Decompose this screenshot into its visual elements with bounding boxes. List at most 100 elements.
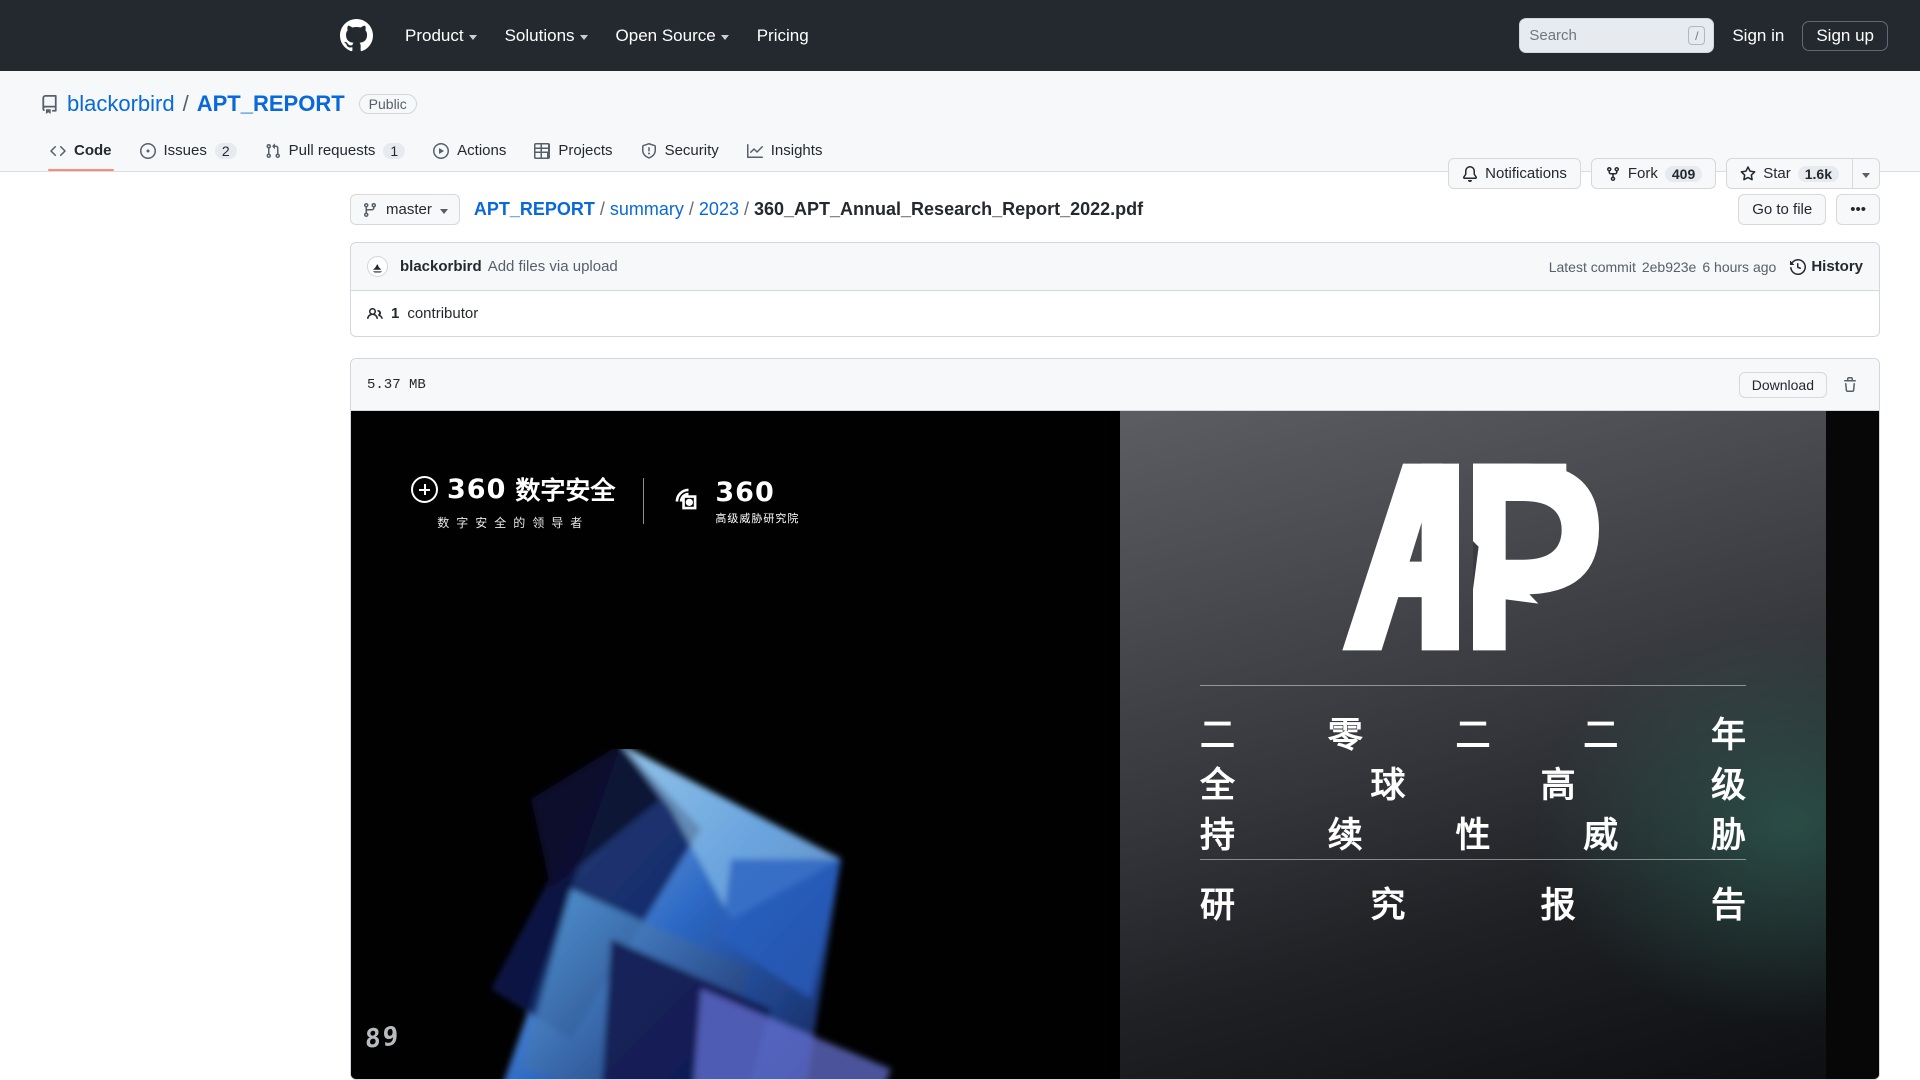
- pdf-title-char: 报: [1540, 886, 1576, 926]
- tab-pull-requests[interactable]: Pull requests 1: [255, 134, 416, 171]
- fork-button[interactable]: Fork 409: [1590, 158, 1717, 189]
- pdf-artwork-digits: 89: [365, 1021, 401, 1055]
- contributors-row[interactable]: 1 contributor: [351, 291, 1879, 336]
- pdf-title-char: 研: [1200, 886, 1236, 926]
- tab-security[interactable]: Security: [631, 134, 729, 171]
- file-navigation: master APT_REPORT / summary / 2023 / 360…: [350, 194, 1880, 225]
- branch-name: master: [386, 201, 432, 218]
- tab-pull-requests-count: 1: [383, 142, 406, 159]
- breadcrumb-item-2023[interactable]: 2023: [699, 199, 739, 220]
- pdf-brand-lockup: 360 数字安全 数字安全的领导者 360 高级威胁研究院: [411, 471, 799, 531]
- avatar-image: [372, 264, 382, 273]
- git-pull-request-icon: [266, 143, 280, 158]
- pdf-title-char: 球: [1370, 766, 1406, 806]
- pdf-brand-primary: 360 数字安全 数字安全的领导者: [411, 471, 615, 531]
- repository-name-separator: /: [182, 91, 189, 116]
- tab-code[interactable]: Code: [40, 134, 122, 171]
- file-size: 5.37 MB: [367, 376, 426, 393]
- global-nav: Product Solutions Open Source Pricing: [405, 26, 809, 46]
- star-button[interactable]: Star 1.6k: [1726, 158, 1852, 189]
- search-input[interactable]: [1529, 27, 1680, 44]
- target-icon-svg: [676, 488, 697, 509]
- avatar[interactable]: [367, 256, 388, 277]
- star-count: 1.6k: [1797, 165, 1839, 182]
- nav-item-solutions-label: Solutions: [504, 25, 575, 45]
- issue-opened-icon: [139, 142, 156, 159]
- repository-actions: Notifications Fork 409 Star 1.6k: [1448, 158, 1880, 189]
- star-button-group: Star 1.6k: [1726, 158, 1880, 189]
- code-icon: [50, 145, 66, 156]
- pdf-brand-secondary-text: 360 高级威胁研究院: [715, 477, 799, 526]
- play-icon: [433, 142, 450, 159]
- apt-logo-svg: [1342, 463, 1599, 651]
- chevron-down-icon: [720, 34, 729, 40]
- tab-projects[interactable]: Projects: [524, 134, 622, 171]
- history-link[interactable]: History: [1790, 258, 1863, 275]
- pdf-rule-top: [1200, 685, 1746, 686]
- commit-latest-label: Latest commit: [1548, 258, 1636, 275]
- breadcrumb-separator: /: [599, 199, 605, 219]
- repository-title: blackorbird / APT_REPORT Public: [40, 91, 1880, 117]
- pdf-title-char: 持: [1200, 816, 1236, 856]
- download-button[interactable]: Download: [1738, 371, 1827, 398]
- people-icon: [367, 307, 383, 319]
- search-box[interactable]: /: [1519, 18, 1715, 53]
- tab-code-label: Code: [74, 142, 112, 159]
- branch-selector[interactable]: master: [350, 194, 460, 225]
- pdf-brand-primary-cn: 数字安全: [515, 476, 616, 505]
- pdf-artwork: 89: [351, 749, 1131, 1079]
- tab-pull-requests-label: Pull requests: [288, 142, 376, 159]
- repository-name-link[interactable]: APT_REPORT: [197, 91, 345, 117]
- commit-sha[interactable]: 2eb923e: [1642, 259, 1697, 275]
- pdf-artwork-polygons: [491, 749, 891, 1079]
- sign-in-link[interactable]: Sign in: [1732, 26, 1784, 46]
- more-options-button[interactable]: •••: [1836, 194, 1880, 225]
- repository-owner-link[interactable]: blackorbird: [67, 91, 175, 117]
- nav-item-solutions[interactable]: Solutions: [505, 26, 588, 46]
- file-navigation-actions: Go to file •••: [1738, 194, 1880, 225]
- pdf-brand-secondary: 360 高级威胁研究院: [672, 477, 799, 526]
- tab-insights[interactable]: Insights: [737, 134, 833, 171]
- sign-up-button[interactable]: Sign up: [1802, 20, 1888, 51]
- commit-relative-time: 6 hours ago: [1702, 258, 1777, 275]
- breadcrumb-item-summary[interactable]: summary: [610, 199, 684, 220]
- shield-icon: [641, 142, 656, 159]
- pdf-brand-secondary-cn: 高级威胁研究院: [715, 511, 800, 525]
- latest-commit-box: blackorbird Add files via upload Latest …: [350, 242, 1880, 337]
- nav-item-pricing-label: Pricing: [756, 25, 809, 45]
- pdf-title-char: 级: [1710, 766, 1746, 806]
- tab-actions[interactable]: Actions: [423, 134, 516, 171]
- tab-issues-label: Issues: [163, 142, 207, 159]
- graph-icon: [746, 143, 763, 158]
- nav-item-open-source[interactable]: Open Source: [616, 26, 729, 46]
- github-mark-icon[interactable]: [340, 19, 373, 52]
- chevron-down-icon: [1862, 172, 1870, 178]
- nav-item-pricing[interactable]: Pricing: [757, 26, 809, 46]
- delete-file-button[interactable]: [1833, 372, 1867, 398]
- pdf-preview[interactable]: 360 数字安全 数字安全的领导者 360 高级威胁研究院 89 二 零 二 二…: [351, 411, 1879, 1079]
- search-shortcut-hint: /: [1688, 26, 1706, 45]
- repo-icon: [42, 94, 57, 114]
- plus-circle-icon: [411, 475, 438, 503]
- star-label: Star: [1763, 165, 1791, 182]
- go-to-file-button[interactable]: Go to file: [1738, 194, 1827, 225]
- pdf-brand-primary-number: 360: [447, 473, 507, 505]
- pdf-title-char: 究: [1370, 886, 1406, 926]
- breadcrumb-separator: /: [743, 199, 749, 219]
- fork-label: Fork: [1627, 165, 1658, 182]
- commit-author-link[interactable]: blackorbird: [400, 258, 482, 275]
- chevron-down-icon: [468, 34, 477, 40]
- star-dropdown-button[interactable]: [1852, 158, 1880, 189]
- history-label: History: [1811, 258, 1863, 275]
- pdf-title-char: 威: [1583, 816, 1619, 856]
- breadcrumb-separator: /: [688, 199, 694, 219]
- trash-icon: [1844, 376, 1856, 392]
- global-header-right: / Sign in Sign up: [1519, 18, 1888, 53]
- pdf-title-char: 性: [1455, 816, 1491, 856]
- tab-issues[interactable]: Issues 2: [130, 134, 247, 171]
- commit-message-link[interactable]: Add files via upload: [488, 258, 618, 275]
- notifications-button[interactable]: Notifications: [1448, 158, 1581, 189]
- breadcrumb: APT_REPORT / summary / 2023 / 360_APT_An…: [474, 199, 1143, 220]
- breadcrumb-item-root[interactable]: APT_REPORT: [474, 199, 595, 220]
- nav-item-product[interactable]: Product: [405, 26, 477, 46]
